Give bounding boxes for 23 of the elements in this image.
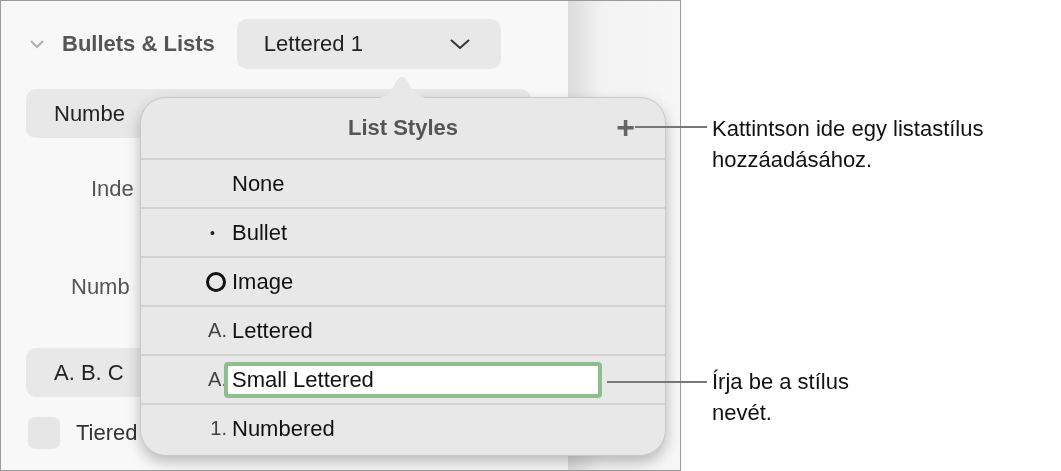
number-label: Numb xyxy=(71,274,130,300)
indent-label: Inde xyxy=(91,176,134,202)
section-title: Bullets & Lists xyxy=(62,31,215,57)
style-dropdown[interactable]: Lettered 1 xyxy=(236,19,501,69)
list-style-item[interactable]: Bullet xyxy=(232,219,288,246)
list-marker: 1. xyxy=(210,417,227,440)
leader-line xyxy=(635,126,707,128)
chevron-icon[interactable] xyxy=(29,39,45,49)
callout-text: Kattintson ide egy listastílus hozzáadásához. xyxy=(712,115,985,174)
circle-icon xyxy=(205,270,227,293)
callout-text: Írja be a stílus nevét. xyxy=(712,368,850,427)
style-name-field[interactable]: Small Lettered xyxy=(224,361,602,398)
list-marker: A. xyxy=(208,319,227,342)
list-style-item[interactable]: Lettered xyxy=(232,317,313,344)
add-button[interactable]: + xyxy=(616,112,635,142)
list-marker: A. xyxy=(208,368,227,391)
checkbox-label: Tiered xyxy=(76,420,138,446)
chevron-icon xyxy=(448,38,471,50)
bullet-marker: • xyxy=(210,224,215,241)
popover-title: List Styles xyxy=(347,115,458,141)
list-style-item[interactable]: None xyxy=(232,170,285,197)
list-style-item[interactable]: Numbered xyxy=(232,415,335,442)
list-style-item[interactable]: Image xyxy=(232,268,294,295)
